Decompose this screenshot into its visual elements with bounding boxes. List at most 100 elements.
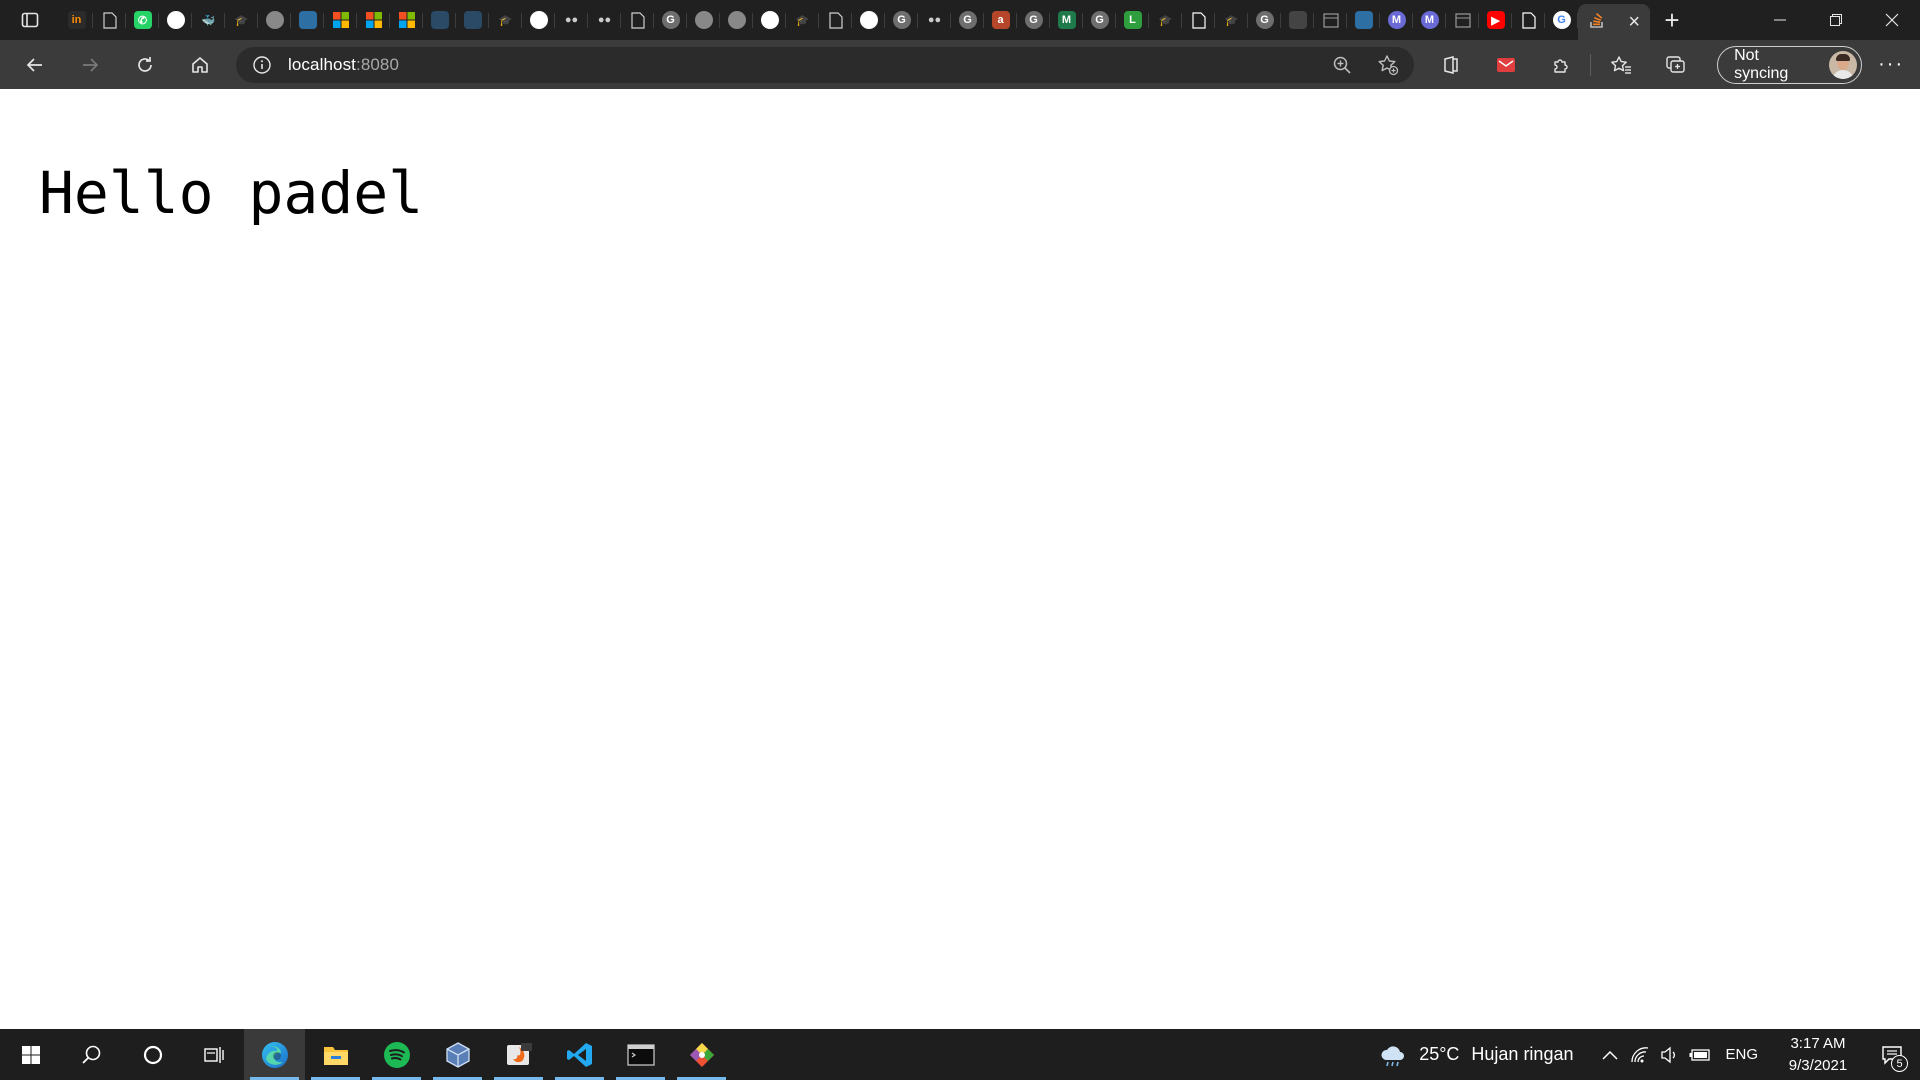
mail-extension-button[interactable] — [1479, 40, 1534, 89]
tab[interactable]: ✆ — [126, 4, 159, 36]
tab[interactable] — [159, 4, 192, 36]
tab[interactable] — [357, 4, 390, 36]
battery-button[interactable] — [1685, 1029, 1715, 1080]
favorites-button[interactable] — [1593, 40, 1648, 89]
tab[interactable]: ●● — [588, 4, 621, 36]
back-arrow-icon — [26, 57, 42, 72]
collections-button[interactable] — [1648, 40, 1703, 89]
tab[interactable]: M — [1380, 4, 1413, 36]
tab[interactable] — [390, 4, 423, 36]
tab-strip: in ✆ 🐳 🎓 🎓 ●● ●● G 🎓 G ●● Ga G M G L 🎓 🎓 G M M ▶ G × + — [0, 0, 1920, 40]
weather-widget[interactable]: 25°C Hujan ringan — [1379, 1043, 1573, 1067]
tab[interactable] — [522, 4, 555, 36]
tab[interactable]: a — [984, 4, 1017, 36]
youtube-icon: ▶ — [1486, 11, 1505, 29]
show-hidden-icons-button[interactable] — [1595, 1029, 1625, 1080]
network-button[interactable] — [1625, 1029, 1655, 1080]
tab[interactable]: 🎓 — [1215, 4, 1248, 36]
taskbar-spotify[interactable] — [366, 1029, 427, 1080]
tab[interactable] — [753, 4, 786, 36]
close-window-button[interactable] — [1864, 0, 1920, 40]
task-view-button[interactable] — [183, 1029, 244, 1080]
taskbar-terminal[interactable] — [610, 1029, 671, 1080]
add-favorite-button[interactable] — [1370, 47, 1406, 83]
tab[interactable] — [456, 4, 489, 36]
tab[interactable] — [258, 4, 291, 36]
tab-list: in ✆ 🐳 🎓 🎓 ●● ●● G 🎓 G ●● Ga G M G L 🎓 🎓 G M M ▶ G — [60, 0, 1578, 40]
tab[interactable]: M — [1413, 4, 1446, 36]
tab[interactable]: G — [1083, 4, 1116, 36]
site-info-button[interactable] — [236, 55, 288, 75]
tab[interactable]: G — [1545, 4, 1578, 36]
input-language[interactable]: ENG — [1725, 1046, 1758, 1063]
tab[interactable] — [819, 4, 852, 36]
home-button[interactable] — [172, 40, 227, 89]
clock[interactable]: 3:17 AM 9/3/2021 — [1772, 1033, 1864, 1077]
restore-button[interactable] — [1808, 0, 1864, 40]
tab[interactable]: 🎓 — [225, 4, 258, 36]
whatsapp-icon: ✆ — [133, 11, 152, 29]
git-icon — [689, 1042, 714, 1067]
tab[interactable]: 🐳 — [192, 4, 225, 36]
volume-button[interactable] — [1655, 1029, 1685, 1080]
tab[interactable] — [423, 4, 456, 36]
search-button[interactable] — [61, 1029, 122, 1080]
tab[interactable]: M — [1050, 4, 1083, 36]
tab[interactable] — [1512, 4, 1545, 36]
graduation-cap-icon: 🎓 — [795, 14, 810, 27]
tab[interactable]: G — [1017, 4, 1050, 36]
forward-button[interactable] — [62, 40, 117, 89]
tab[interactable]: L — [1116, 4, 1149, 36]
globe-icon — [463, 11, 482, 29]
taskbar-xampp[interactable] — [488, 1029, 549, 1080]
profile-sync-button[interactable]: Not syncing — [1717, 45, 1863, 84]
tab[interactable]: G — [885, 4, 918, 36]
tab[interactable] — [291, 4, 324, 36]
tab[interactable] — [1314, 4, 1347, 36]
address-bar[interactable]: localhost:8080 — [236, 47, 1414, 83]
taskbar-file-explorer[interactable] — [305, 1029, 366, 1080]
minimize-button[interactable] — [1752, 0, 1808, 40]
office-extension-button[interactable] — [1424, 40, 1479, 89]
tab[interactable]: ●● — [918, 4, 951, 36]
cortana-button[interactable] — [122, 1029, 183, 1080]
speaker-icon — [1661, 1046, 1676, 1063]
new-tab-button[interactable]: + — [1650, 0, 1694, 40]
back-button[interactable] — [7, 40, 62, 89]
taskbar-vscode[interactable] — [549, 1029, 610, 1080]
taskbar-git-gui[interactable] — [671, 1029, 732, 1080]
taskbar-edge[interactable] — [244, 1029, 305, 1080]
tab[interactable] — [93, 4, 126, 36]
active-tab[interactable]: × — [1578, 4, 1650, 40]
start-button[interactable] — [0, 1029, 61, 1080]
zoom-button[interactable] — [1324, 47, 1360, 83]
settings-more-button[interactable]: ··· — [1862, 40, 1920, 89]
github-icon — [529, 11, 548, 29]
tab[interactable] — [1281, 4, 1314, 36]
tab[interactable] — [1182, 4, 1215, 36]
tab[interactable]: in — [60, 4, 93, 36]
close-tab-icon[interactable]: × — [1628, 11, 1640, 34]
tab[interactable]: G — [1248, 4, 1281, 36]
tab[interactable]: ●● — [555, 4, 588, 36]
tab[interactable] — [687, 4, 720, 36]
extensions-button[interactable] — [1534, 40, 1589, 89]
tab-actions-button[interactable] — [0, 0, 60, 40]
tab[interactable] — [1347, 4, 1380, 36]
tab[interactable]: 🎓 — [786, 4, 819, 36]
url-text[interactable]: localhost:8080 — [288, 55, 399, 75]
taskbar-virtualbox[interactable] — [427, 1029, 488, 1080]
refresh-button[interactable] — [117, 40, 172, 89]
action-center-button[interactable]: 5 — [1864, 1029, 1920, 1080]
tab[interactable]: ▶ — [1479, 4, 1512, 36]
tab[interactable]: 🎓 — [489, 4, 522, 36]
tab[interactable]: 🎓 — [1149, 4, 1182, 36]
tab[interactable]: G — [951, 4, 984, 36]
tab[interactable] — [621, 4, 654, 36]
tab[interactable] — [1446, 4, 1479, 36]
tab[interactable]: G — [654, 4, 687, 36]
tab[interactable] — [324, 4, 357, 36]
puzzle-icon — [1554, 58, 1568, 73]
tab[interactable] — [720, 4, 753, 36]
tab[interactable] — [852, 4, 885, 36]
